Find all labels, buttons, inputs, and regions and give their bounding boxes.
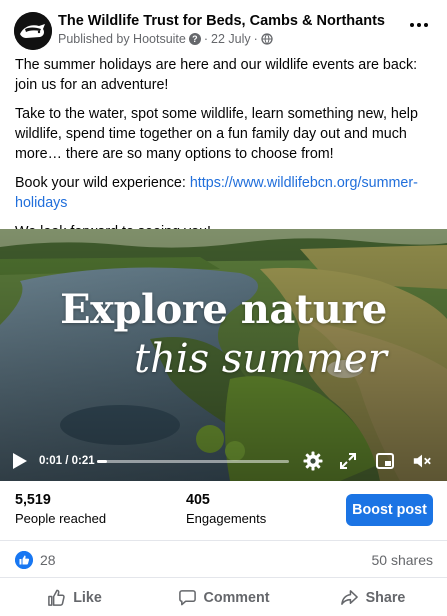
- info-icon[interactable]: ?: [188, 33, 201, 45]
- boost-post-button[interactable]: Boost post: [346, 494, 433, 526]
- more-options-icon[interactable]: [405, 14, 433, 36]
- share-label: Share: [365, 589, 406, 606]
- share-arrow-icon: [340, 590, 358, 605]
- comment-icon: [178, 590, 196, 606]
- paragraph-2: Take to the water, spot some wildlife, l…: [15, 106, 418, 162]
- thumbs-up-icon: [48, 589, 65, 606]
- meta-separator-2: ·: [253, 32, 258, 46]
- play-icon[interactable]: [12, 452, 28, 470]
- post-text: The summer holidays are here and our wil…: [15, 55, 435, 251]
- page-avatar[interactable]: [14, 12, 52, 50]
- comment-button[interactable]: Comment: [149, 579, 298, 616]
- video-title-line2: this summer: [134, 336, 387, 382]
- post-meta: Published by Hootsuite ? · 22 July ·: [58, 32, 273, 46]
- badger-logo-icon: [14, 12, 52, 50]
- post-actions: Like Comment Share: [0, 579, 447, 616]
- reactions-bar: 28 50 shares: [0, 542, 447, 578]
- booking-line: Book your wild experience: https://www.w…: [15, 173, 435, 213]
- fullscreen-icon[interactable]: [338, 451, 358, 471]
- like-reaction-icon[interactable]: [15, 551, 33, 569]
- like-label: Like: [73, 589, 102, 606]
- picture-in-picture-icon[interactable]: [375, 451, 395, 471]
- reaction-count[interactable]: 28: [40, 552, 56, 568]
- video-title-line1: Explore nature: [60, 286, 387, 333]
- link-prefix: Book your wild experience:: [15, 175, 190, 191]
- page-name[interactable]: The Wildlife Trust for Beds, Cambs & Nor…: [58, 13, 385, 29]
- settings-icon[interactable]: [303, 451, 323, 471]
- people-reached-value[interactable]: 5,519: [15, 492, 51, 508]
- share-button[interactable]: Share: [298, 579, 447, 616]
- comment-label: Comment: [203, 589, 270, 606]
- video-controls: 0:01 / 0:21: [0, 444, 447, 478]
- engagements-value[interactable]: 405: [186, 492, 210, 508]
- paragraph-1: The summer holidays are here and our wil…: [15, 57, 418, 93]
- meta-separator: ·: [203, 32, 209, 46]
- globe-icon: [261, 33, 273, 45]
- engagements-label: Engagements: [186, 511, 267, 526]
- shares-count[interactable]: 50 shares: [372, 552, 433, 568]
- video-progress-bar[interactable]: [97, 460, 289, 463]
- video-progress-fill: [97, 460, 107, 463]
- published-by: Published by Hootsuite: [58, 32, 186, 46]
- post-header: The Wildlife Trust for Beds, Cambs & Nor…: [0, 0, 447, 56]
- post-date[interactable]: 22 July: [211, 32, 251, 46]
- like-button[interactable]: Like: [0, 579, 149, 616]
- video-time: 0:01 / 0:21: [39, 455, 95, 467]
- people-reached-label: People reached: [15, 511, 107, 526]
- volume-muted-icon[interactable]: [412, 451, 432, 471]
